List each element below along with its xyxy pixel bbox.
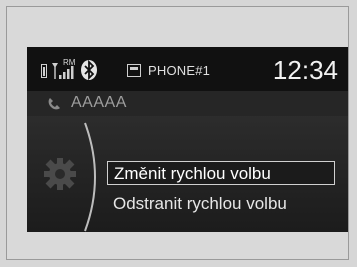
phone-screen: RM PHONE#1 12:34 AAAAA Změnit rychlou vo… [27,47,348,232]
contact-name: AAAAA [71,94,127,111]
battery-icon [41,64,47,78]
phone-name: PHONE#1 [148,63,211,78]
menu-item-change-speed-dial[interactable]: Změnit rychlou volbu [107,161,335,185]
contact-row: AAAAA [27,91,348,116]
phone-icon [127,64,141,77]
figure-frame: RM PHONE#1 12:34 AAAAA Změnit rychlou vo… [6,6,349,260]
bluetooth-icon [81,59,97,81]
clock: 12:34 [272,55,338,85]
menu-arc [84,122,96,232]
handset-icon [48,98,60,110]
status-bar: RM PHONE#1 12:34 [27,47,348,91]
menu-item-delete-speed-dial[interactable]: Odstranit rychlou volbu [107,192,335,216]
roaming-label: RM [63,58,76,67]
